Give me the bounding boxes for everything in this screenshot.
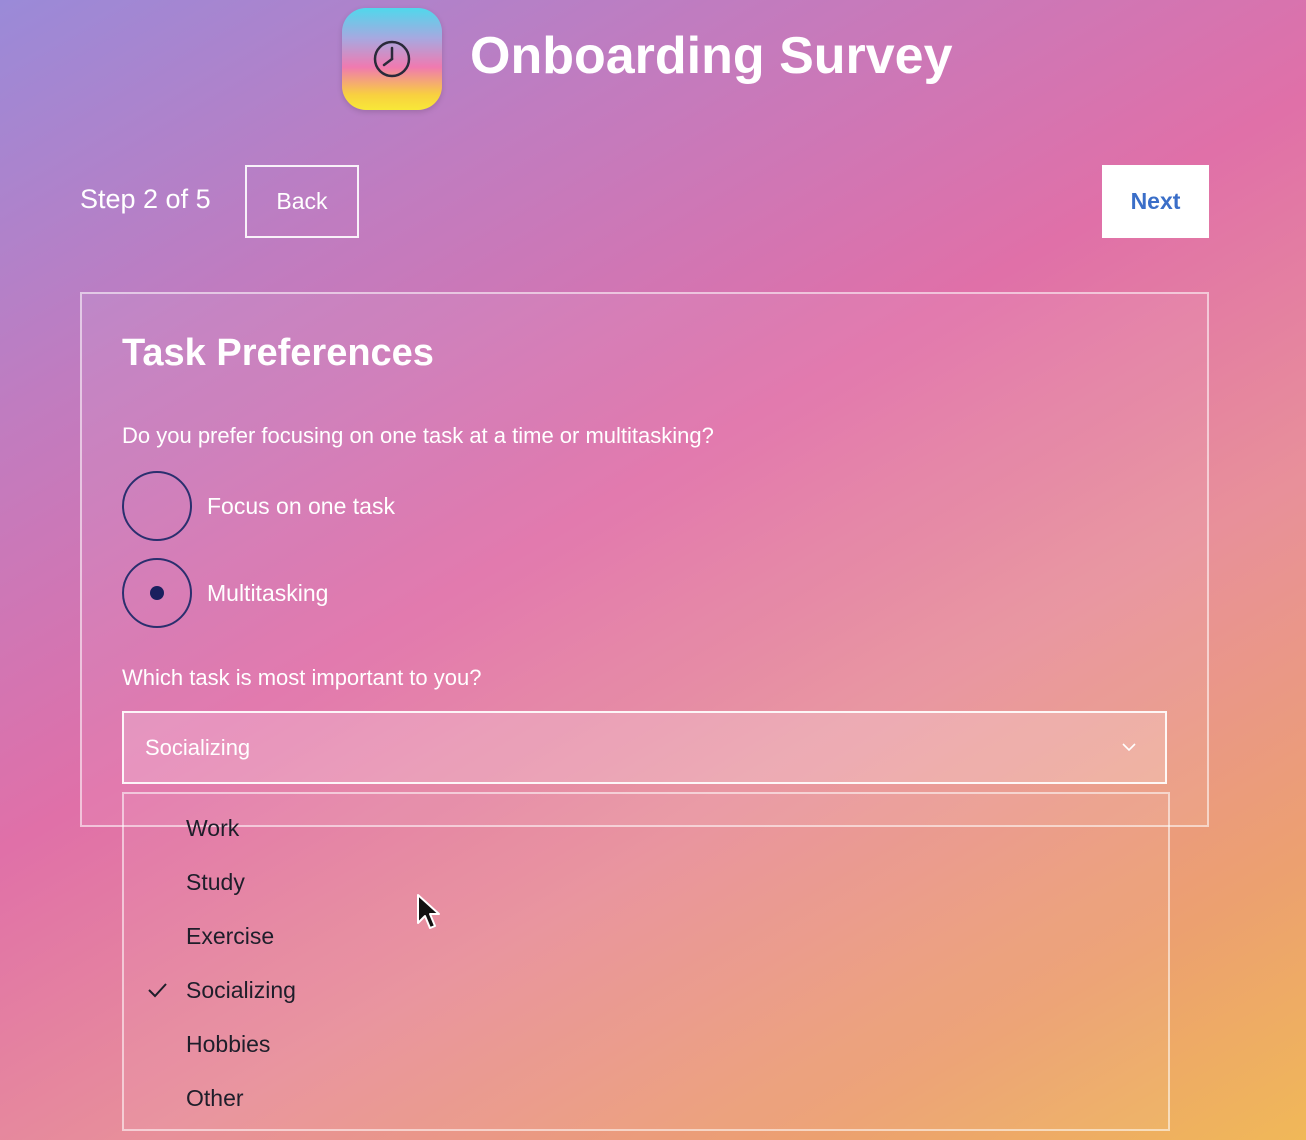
dropdown-list: Work Study Exercise Socializing Hobbies … xyxy=(122,792,1170,1131)
dropdown-option-study[interactable]: Study xyxy=(124,859,1168,905)
dropdown-option-work[interactable]: Work xyxy=(124,805,1168,851)
radio-button-selected[interactable] xyxy=(122,558,192,628)
select-value: Socializing xyxy=(145,734,251,760)
next-button[interactable]: Next xyxy=(1102,165,1209,238)
question-focus: Do you prefer focusing on one task at a … xyxy=(122,423,714,448)
checkmark-icon xyxy=(148,983,167,998)
step-indicator: Step 2 of 5 xyxy=(80,184,211,214)
app-icon xyxy=(342,8,442,110)
option-label: Study xyxy=(186,868,245,895)
option-label: Exercise xyxy=(186,922,275,949)
back-button[interactable]: Back xyxy=(245,165,359,238)
mouse-cursor-icon xyxy=(417,894,440,929)
clock-icon xyxy=(373,40,411,78)
chevron-down-icon xyxy=(1122,743,1136,752)
dropdown-option-other[interactable]: Other xyxy=(124,1075,1168,1121)
radio-button-unselected[interactable] xyxy=(122,471,192,541)
question-important-task: Which task is most important to you? xyxy=(122,665,482,690)
option-label: Socializing xyxy=(186,976,296,1003)
dropdown-option-hobbies[interactable]: Hobbies xyxy=(124,1021,1168,1067)
option-label: Hobbies xyxy=(186,1030,271,1057)
radio-option-focus[interactable]: Focus on one task xyxy=(122,469,395,543)
section-title: Task Preferences xyxy=(122,332,434,374)
radio-option-multitasking[interactable]: Multitasking xyxy=(122,556,328,630)
radio-dot xyxy=(150,586,164,600)
radio-label: Multitasking xyxy=(207,579,329,606)
option-label: Other xyxy=(186,1084,244,1111)
option-label: Work xyxy=(186,814,240,841)
radio-label: Focus on one task xyxy=(207,492,395,519)
dropdown-option-socializing[interactable]: Socializing xyxy=(124,967,1168,1013)
task-select[interactable]: Socializing xyxy=(122,711,1167,784)
page-title: Onboarding Survey xyxy=(470,27,953,85)
dropdown-option-exercise[interactable]: Exercise xyxy=(124,913,1168,959)
